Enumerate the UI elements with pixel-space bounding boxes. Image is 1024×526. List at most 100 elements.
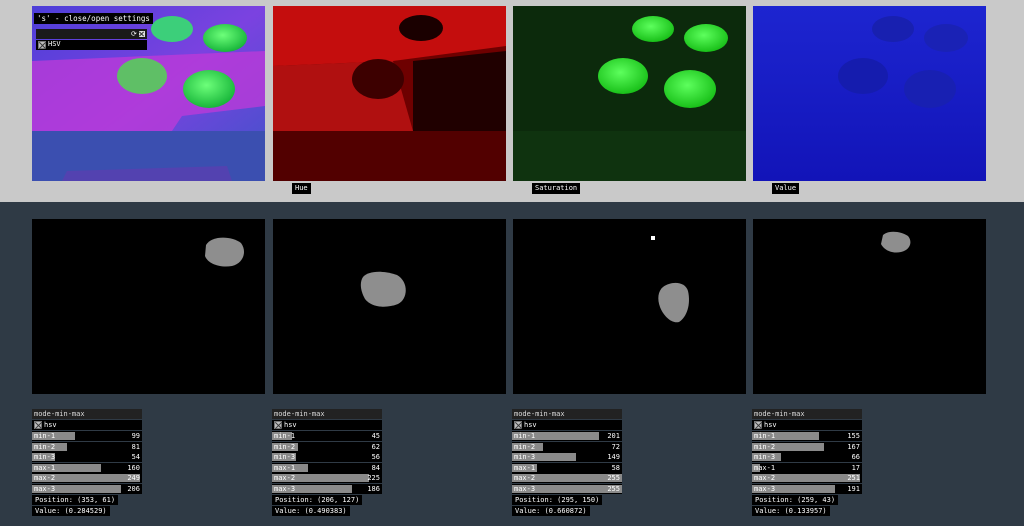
slider-max-3[interactable]: max-3 191 bbox=[752, 483, 862, 494]
slider-max-3[interactable]: max-3 206 bbox=[32, 483, 142, 494]
value-readout: Value: (0.284529) bbox=[32, 506, 110, 516]
slider-max-3[interactable]: max-3 186 bbox=[272, 483, 382, 494]
slider-value: 56 bbox=[371, 453, 380, 461]
slider-min-2[interactable]: min-2 81 bbox=[32, 441, 142, 452]
slider-min-3[interactable]: min-3 149 bbox=[512, 452, 622, 462]
panel-title[interactable]: mode-min-max bbox=[752, 409, 862, 419]
slider-label: min-2 bbox=[754, 442, 776, 451]
mask-image-2 bbox=[273, 219, 506, 394]
value-caption: Value bbox=[772, 183, 800, 194]
value-image bbox=[753, 6, 986, 181]
slider-label: min-3 bbox=[754, 453, 776, 461]
slider-value: 206 bbox=[127, 484, 140, 493]
slider-min-2[interactable]: min-2 62 bbox=[272, 441, 382, 452]
slider-label: max-2 bbox=[514, 474, 536, 482]
hue-caption: Hue bbox=[292, 183, 311, 194]
slider-max-3[interactable]: max-3 255 bbox=[512, 483, 622, 494]
slider-max-2[interactable]: max-2 255 bbox=[512, 473, 622, 483]
slider-min-1[interactable]: min-1 201 bbox=[512, 431, 622, 441]
slider-value: 45 bbox=[371, 432, 380, 440]
refresh-icon[interactable]: ⟳ bbox=[131, 31, 137, 38]
saturation-image bbox=[513, 6, 746, 181]
slider-value: 58 bbox=[611, 463, 620, 472]
checkbox-icon[interactable] bbox=[34, 421, 42, 429]
slider-value: 62 bbox=[371, 442, 380, 451]
hsv-mode-toggle[interactable]: hsv bbox=[272, 420, 382, 430]
slider-label: min-3 bbox=[514, 453, 536, 461]
hue-image bbox=[273, 6, 506, 181]
slider-value: 191 bbox=[847, 484, 860, 493]
mask-image-3 bbox=[513, 219, 746, 394]
panel-title[interactable]: mode-min-max bbox=[32, 409, 142, 419]
hsv-toggle[interactable]: HSV bbox=[36, 40, 147, 50]
mode-label: hsv bbox=[44, 421, 57, 429]
slider-min-2[interactable]: min-2 72 bbox=[512, 441, 622, 452]
slider-label: min-3 bbox=[34, 453, 56, 461]
slider-label: max-2 bbox=[34, 474, 56, 482]
slider-max-2[interactable]: max-2 251 bbox=[752, 473, 862, 483]
slider-value: 81 bbox=[131, 442, 140, 451]
slider-value: 84 bbox=[371, 463, 380, 472]
slider-label: max-3 bbox=[34, 484, 56, 493]
slider-value: 160 bbox=[127, 463, 140, 472]
slider-value: 249 bbox=[127, 474, 140, 482]
slider-label: min-1 bbox=[514, 432, 536, 440]
slider-min-2[interactable]: min-2 167 bbox=[752, 441, 862, 452]
slider-label: max-1 bbox=[754, 463, 776, 472]
slider-value: 225 bbox=[367, 474, 380, 482]
slider-label: min-2 bbox=[274, 442, 296, 451]
checkbox-icon[interactable] bbox=[514, 421, 522, 429]
slider-max-2[interactable]: max-2 249 bbox=[32, 473, 142, 483]
slider-value: 255 bbox=[607, 484, 620, 493]
hsv-mode-toggle[interactable]: hsv bbox=[752, 420, 862, 430]
slider-label: max-3 bbox=[754, 484, 776, 493]
mode-label: hsv bbox=[524, 421, 537, 429]
slider-label: max-1 bbox=[274, 463, 296, 472]
slider-value: 72 bbox=[611, 442, 620, 451]
hsv-mode-toggle[interactable]: hsv bbox=[32, 420, 142, 430]
slider-max-1[interactable]: max-1 17 bbox=[752, 462, 862, 473]
slider-label: max-3 bbox=[274, 484, 296, 493]
slider-label: min-3 bbox=[274, 453, 296, 461]
slider-label: max-2 bbox=[274, 474, 296, 482]
slider-label: min-2 bbox=[514, 442, 536, 451]
value-readout: Value: (0.133957) bbox=[752, 506, 830, 516]
slider-min-3[interactable]: min-3 56 bbox=[272, 452, 382, 462]
slider-label: min-2 bbox=[34, 442, 56, 451]
slider-value: 251 bbox=[847, 474, 860, 482]
slider-max-1[interactable]: max-1 84 bbox=[272, 462, 382, 473]
slider-min-1[interactable]: min-1 155 bbox=[752, 431, 862, 441]
position-readout: Position: (259, 43) bbox=[752, 495, 839, 505]
checkbox-icon[interactable] bbox=[38, 41, 46, 49]
value-readout: Value: (0.660872) bbox=[512, 506, 590, 516]
saturation-caption: Saturation bbox=[532, 183, 581, 194]
slider-label: max-3 bbox=[514, 484, 536, 493]
position-readout: Position: (353, 61) bbox=[32, 495, 119, 505]
hsv-mode-toggle[interactable]: hsv bbox=[512, 420, 622, 430]
slider-min-3[interactable]: min-3 54 bbox=[32, 452, 142, 462]
position-readout: Position: (206, 127) bbox=[272, 495, 363, 505]
panel-title[interactable]: mode-min-max bbox=[512, 409, 622, 419]
mode-label: hsv bbox=[764, 421, 777, 429]
close-icon[interactable] bbox=[139, 31, 145, 37]
mask-image-1 bbox=[32, 219, 265, 394]
checkbox-icon[interactable] bbox=[754, 421, 762, 429]
slider-min-1[interactable]: min-1 99 bbox=[32, 431, 142, 441]
slider-value: 66 bbox=[851, 453, 860, 461]
slider-max-2[interactable]: max-2 225 bbox=[272, 473, 382, 483]
mode-label: hsv bbox=[284, 421, 297, 429]
slider-max-1[interactable]: max-1 160 bbox=[32, 462, 142, 473]
position-readout: Position: (295, 150) bbox=[512, 495, 603, 505]
slider-label: max-1 bbox=[34, 463, 56, 472]
slider-label: min-1 bbox=[274, 432, 296, 440]
checkbox-icon[interactable] bbox=[274, 421, 282, 429]
slider-min-1[interactable]: min-1 45 bbox=[272, 431, 382, 441]
panel-title[interactable]: mode-min-max bbox=[272, 409, 382, 419]
slider-label: max-2 bbox=[754, 474, 776, 482]
value-readout: Value: (0.490383) bbox=[272, 506, 350, 516]
settings-panel-header[interactable]: ⟳ bbox=[36, 29, 147, 39]
slider-min-3[interactable]: min-3 66 bbox=[752, 452, 862, 462]
slider-max-1[interactable]: max-1 58 bbox=[512, 462, 622, 473]
hsv-toggle-label: HSV bbox=[48, 40, 61, 48]
slider-value: 149 bbox=[607, 453, 620, 461]
